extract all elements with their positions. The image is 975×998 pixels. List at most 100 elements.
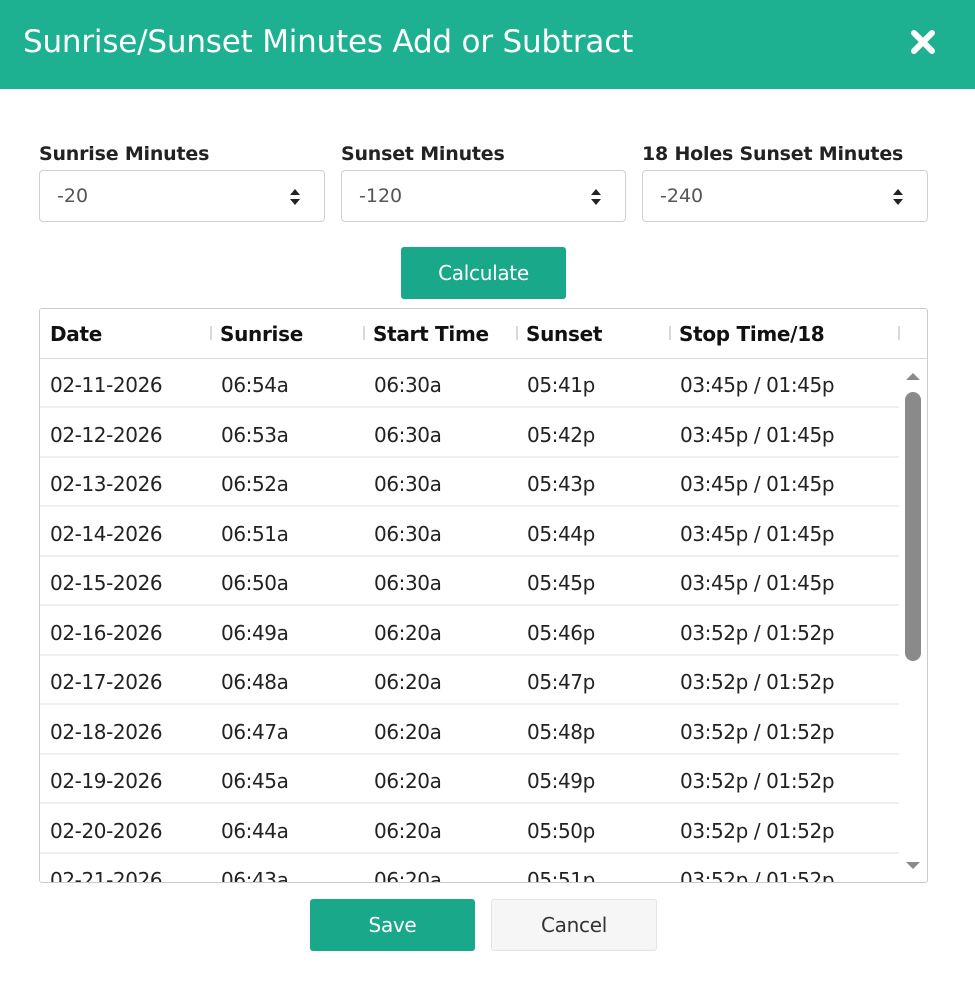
cell-sunset: 05:45p — [527, 571, 595, 595]
cell-sunrise: 06:53a — [221, 423, 289, 447]
dialog-header: Sunrise/Sunset Minutes Add or Subtract — [0, 0, 975, 89]
results-table: Date Sunrise Start Time Sunset Stop Time… — [39, 308, 928, 883]
cell-start-time: 06:30a — [374, 472, 442, 496]
cell-date: 02-13-2026 — [50, 472, 163, 496]
cell-sunrise: 06:49a — [221, 621, 289, 645]
cell-start-time: 06:30a — [374, 373, 442, 397]
table-row[interactable]: 02-11-2026 06:54a 06:30a 05:41p 03:45p / 01:… — [40, 359, 899, 408]
cell-sunset: 05:44p — [527, 522, 595, 546]
column-header-sunset[interactable]: Sunset — [526, 309, 602, 359]
column-resize-handle[interactable] — [898, 326, 900, 340]
cell-sunset: 05:46p — [527, 621, 595, 645]
table-row[interactable]: 02-20-2026 06:44a 06:20a 05:50p 03:52p / 01:… — [40, 805, 899, 854]
cell-date: 02-21-2026 — [50, 868, 163, 883]
cell-date: 02-18-2026 — [50, 720, 163, 744]
table-row[interactable]: 02-12-2026 06:53a 06:30a 05:42p 03:45p / 01:… — [40, 409, 899, 458]
cell-stop-time: 03:52p / 01:52p — [680, 670, 835, 694]
scroll-up-arrow-icon[interactable] — [905, 371, 921, 381]
cell-stop-time: 03:45p / 01:45p — [680, 522, 835, 546]
cell-date: 02-16-2026 — [50, 621, 163, 645]
vertical-scrollbar[interactable] — [900, 359, 927, 882]
cell-sunset: 05:48p — [527, 720, 595, 744]
cell-start-time: 06:20a — [374, 868, 442, 883]
sunrise-minutes-input[interactable]: -20 — [39, 170, 325, 222]
cancel-button[interactable]: Cancel — [491, 899, 657, 951]
cell-start-time: 06:20a — [374, 819, 442, 843]
holes-sunset-minutes-value: -240 — [660, 185, 704, 207]
sunset-minutes-value: -120 — [359, 185, 403, 207]
cell-stop-time: 03:52p / 01:52p — [680, 868, 835, 883]
table-row[interactable]: 02-16-2026 06:49a 06:20a 05:46p 03:52p / 01:… — [40, 607, 899, 656]
cell-start-time: 06:30a — [374, 522, 442, 546]
sunrise-minutes-field: Sunrise Minutes -20 — [39, 142, 325, 222]
cell-date: 02-15-2026 — [50, 571, 163, 595]
column-header-stop-time[interactable]: Stop Time/18 — [679, 309, 825, 359]
close-button[interactable] — [906, 24, 940, 60]
cell-stop-time: 03:45p / 01:45p — [680, 423, 835, 447]
column-resize-handle[interactable] — [669, 326, 671, 340]
cell-sunset: 05:41p — [527, 373, 595, 397]
column-header-sunrise[interactable]: Sunrise — [220, 309, 303, 359]
cell-date: 02-14-2026 — [50, 522, 163, 546]
cell-date: 02-12-2026 — [50, 423, 163, 447]
spinner-up-down-icon[interactable] — [892, 186, 904, 208]
cell-start-time: 06:20a — [374, 621, 442, 645]
calculate-button[interactable]: Calculate — [401, 247, 566, 299]
cell-sunset: 05:43p — [527, 472, 595, 496]
cell-sunrise: 06:47a — [221, 720, 289, 744]
cell-stop-time: 03:45p / 01:45p — [680, 472, 835, 496]
cell-sunrise: 06:52a — [221, 472, 289, 496]
table-row[interactable]: 02-19-2026 06:45a 06:20a 05:49p 03:52p / 01:… — [40, 755, 899, 804]
table-row[interactable]: 02-17-2026 06:48a 06:20a 05:47p 03:52p / 01:… — [40, 656, 899, 705]
table-body: 02-11-2026 06:54a 06:30a 05:41p 03:45p / 01:… — [40, 359, 899, 883]
scroll-down-arrow-icon[interactable] — [905, 861, 921, 871]
close-x-icon — [911, 30, 935, 54]
cell-sunrise: 06:50a — [221, 571, 289, 595]
sunset-minutes-label: Sunset Minutes — [341, 143, 505, 165]
spinner-up-down-icon[interactable] — [590, 186, 602, 208]
cell-sunrise: 06:43a — [221, 868, 289, 883]
column-resize-handle[interactable] — [363, 326, 365, 340]
cell-stop-time: 03:52p / 01:52p — [680, 769, 835, 793]
column-resize-handle[interactable] — [210, 326, 212, 340]
cell-stop-time: 03:52p / 01:52p — [680, 819, 835, 843]
cell-sunset: 05:50p — [527, 819, 595, 843]
cell-sunset: 05:47p — [527, 670, 595, 694]
cell-sunrise: 06:48a — [221, 670, 289, 694]
cell-sunrise: 06:45a — [221, 769, 289, 793]
scrollbar-thumb[interactable] — [905, 392, 921, 661]
cell-stop-time: 03:45p / 01:45p — [680, 373, 835, 397]
sunset-minutes-input[interactable]: -120 — [341, 170, 626, 222]
table-row[interactable]: 02-21-2026 06:43a 06:20a 05:51p 03:52p / 01:… — [40, 854, 899, 883]
spinner-up-down-icon[interactable] — [289, 186, 301, 208]
table-row[interactable]: 02-14-2026 06:51a 06:30a 05:44p 03:45p / 01:… — [40, 508, 899, 557]
cell-stop-time: 03:52p / 01:52p — [680, 621, 835, 645]
sunrise-minutes-value: -20 — [57, 185, 89, 207]
column-header-date[interactable]: Date — [50, 309, 102, 359]
cell-stop-time: 03:45p / 01:45p — [680, 571, 835, 595]
save-button[interactable]: Save — [310, 899, 475, 951]
holes-sunset-minutes-label: 18 Holes Sunset Minutes — [642, 143, 904, 165]
cell-date: 02-17-2026 — [50, 670, 163, 694]
column-header-start-time[interactable]: Start Time — [373, 309, 489, 359]
table-row[interactable]: 02-15-2026 06:50a 06:30a 05:45p 03:45p / 01:… — [40, 557, 899, 606]
cell-start-time: 06:20a — [374, 670, 442, 694]
cell-start-time: 06:30a — [374, 571, 442, 595]
cell-start-time: 06:30a — [374, 423, 442, 447]
column-resize-handle[interactable] — [516, 326, 518, 340]
dialog-title: Sunrise/Sunset Minutes Add or Subtract — [23, 24, 634, 60]
cell-start-time: 06:20a — [374, 720, 442, 744]
sunrise-minutes-label: Sunrise Minutes — [39, 143, 210, 165]
cell-sunrise: 06:44a — [221, 819, 289, 843]
table-row[interactable]: 02-13-2026 06:52a 06:30a 05:43p 03:45p / 01:… — [40, 458, 899, 507]
cell-sunrise: 06:54a — [221, 373, 289, 397]
sunset-minutes-field: Sunset Minutes -120 — [341, 142, 626, 222]
cell-stop-time: 03:52p / 01:52p — [680, 720, 835, 744]
cell-date: 02-11-2026 — [50, 373, 163, 397]
cell-sunset: 05:42p — [527, 423, 595, 447]
cell-start-time: 06:20a — [374, 769, 442, 793]
holes-sunset-minutes-input[interactable]: -240 — [642, 170, 928, 222]
table-row[interactable]: 02-18-2026 06:47a 06:20a 05:48p 03:52p / 01:… — [40, 706, 899, 755]
cell-sunset: 05:49p — [527, 769, 595, 793]
cell-sunset: 05:51p — [527, 868, 595, 883]
